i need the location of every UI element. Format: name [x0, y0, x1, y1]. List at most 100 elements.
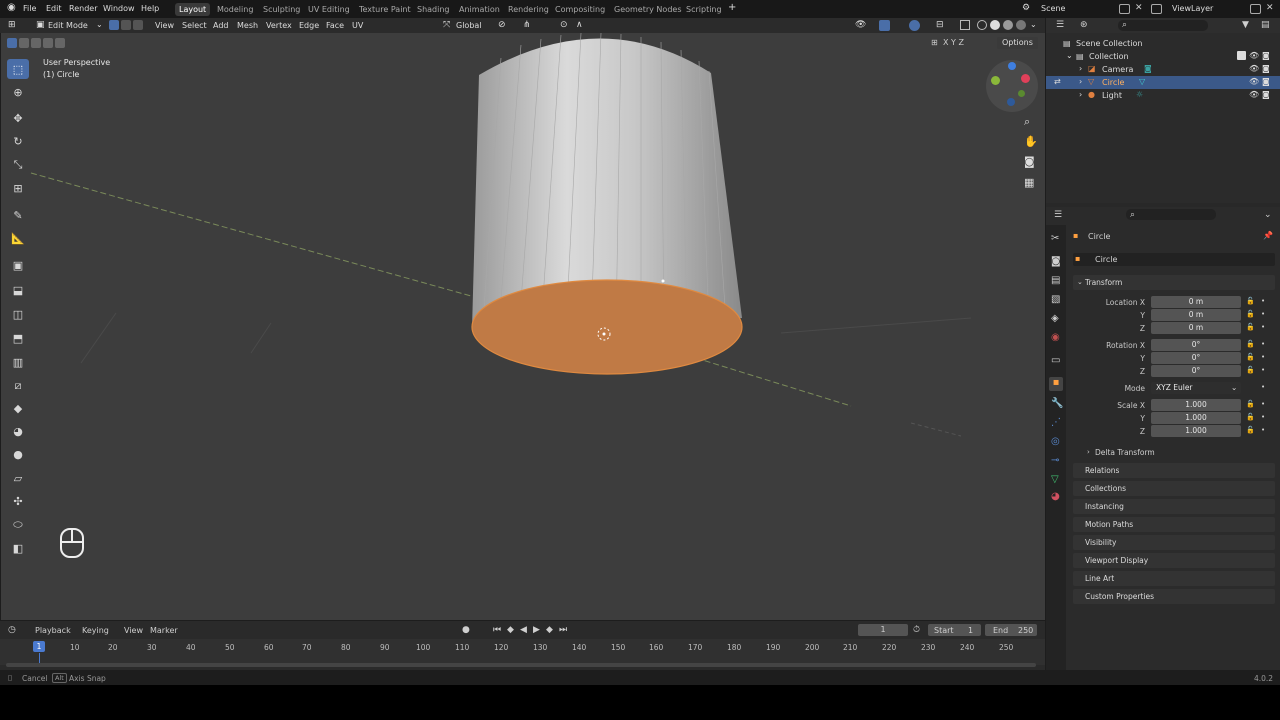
expand-arrow-icon[interactable]: › [1079, 64, 1082, 73]
annotate-tool-icon[interactable]: ✎ [7, 205, 29, 225]
scale-x-field[interactable]: 1.000 [1151, 399, 1241, 411]
next-keyframe-icon[interactable]: ◆ [546, 625, 553, 635]
menu-uv[interactable]: UV [352, 21, 363, 30]
record-icon[interactable]: ● [462, 625, 470, 635]
blender-logo-icon[interactable]: ◉ [7, 2, 16, 13]
motion-paths-panel-header[interactable]: Motion Paths [1073, 517, 1275, 532]
outliner-row-camera[interactable]: › ◪ Camera ◙ 👁 ◙ [1046, 63, 1280, 76]
rotation-z-field[interactable]: 0° [1151, 365, 1241, 377]
new-collection-icon[interactable]: ▤ [1261, 20, 1270, 30]
collapse-arrow-icon[interactable]: ⌄ [1077, 278, 1083, 286]
material-tab-icon[interactable]: ◕ [1051, 491, 1060, 502]
collection-checkbox[interactable] [1237, 51, 1246, 60]
properties-options-icon[interactable]: ⌄ [1264, 210, 1272, 220]
tab-texture-paint[interactable]: Texture Paint [355, 3, 415, 16]
prev-keyframe-icon[interactable]: ◆ [507, 625, 514, 635]
proportional-edit-icon[interactable]: ⊙ [560, 20, 568, 30]
smooth-tool-icon[interactable]: ● [7, 444, 29, 464]
vertex-select-icon[interactable] [109, 20, 119, 30]
rotation-y-field[interactable]: 0° [1151, 352, 1241, 364]
loop-cut-tool-icon[interactable]: ▥ [7, 352, 29, 372]
menu-view[interactable]: View [155, 21, 174, 30]
axis-lock-icon[interactable]: ⊞ [931, 38, 938, 47]
data-tab-icon[interactable]: ▽ [1051, 474, 1059, 485]
pan-hand-icon[interactable]: ✋ [1024, 135, 1038, 148]
properties-search-input[interactable] [1126, 209, 1216, 220]
keyframe-dot-icon[interactable]: • [1261, 366, 1265, 374]
3d-viewport[interactable]: User Perspective (1) Circle ⊞ X Y Z Opti… [1, 33, 1045, 620]
select-extend-icon[interactable] [19, 38, 29, 48]
properties-editor-type-icon[interactable]: ☰ [1054, 210, 1062, 220]
constraints-tab-icon[interactable]: ⊸ [1051, 455, 1059, 466]
snap-icon[interactable]: ⋔ [523, 20, 531, 30]
move-tool-icon[interactable]: ✥ [7, 108, 29, 128]
lock-icon[interactable]: 🔓 [1246, 323, 1255, 331]
pivot-icon[interactable]: ⊘ [498, 20, 506, 30]
lock-icon[interactable]: 🔓 [1246, 366, 1255, 374]
keyframe-dot-icon[interactable]: • [1261, 340, 1265, 348]
timeline-editor-type-icon[interactable]: ◷ [8, 625, 16, 635]
camera-view-icon[interactable]: ◙ [1024, 155, 1035, 168]
cursor-tool-icon[interactable]: ⊕ [7, 82, 29, 102]
select-subtract-icon[interactable] [31, 38, 41, 48]
menu-vertex[interactable]: Vertex [266, 21, 292, 30]
zoom-icon[interactable]: ⌕ [1024, 115, 1030, 129]
visibility-panel-header[interactable]: Visibility [1073, 535, 1275, 550]
solid-shading-icon[interactable] [990, 20, 1000, 30]
wireframe-shading-icon[interactable] [977, 20, 987, 30]
gizmo-neg-z-icon[interactable] [1007, 98, 1015, 106]
render-tab-icon[interactable]: ◙ [1051, 256, 1061, 267]
location-x-field[interactable]: 0 m [1151, 296, 1241, 308]
object-tab-icon[interactable]: ▪ [1049, 377, 1063, 391]
rendered-shading-icon[interactable] [1016, 20, 1026, 30]
select-tool-icon[interactable]: ⬚ [7, 59, 29, 79]
keyframe-dot-icon[interactable]: • [1261, 426, 1265, 434]
keyframe-dot-icon[interactable]: • [1261, 400, 1265, 408]
eye-icon[interactable]: 👁 [1249, 90, 1259, 99]
edit-mode-indicator-icon[interactable]: ⇄ [1054, 77, 1061, 86]
transform-tool-icon[interactable]: ⊞ [7, 178, 29, 198]
view-layer-tab-icon[interactable]: ▧ [1051, 294, 1060, 305]
display-mode-icon[interactable]: ⊛ [1080, 20, 1088, 30]
view-menu[interactable]: View [124, 626, 143, 635]
location-z-field[interactable]: 0 m [1151, 322, 1241, 334]
timeline-scrollbar[interactable] [6, 663, 1036, 667]
play-reverse-icon[interactable]: ◀ [520, 625, 527, 635]
lock-icon[interactable]: 🔓 [1246, 413, 1255, 421]
inset-tool-icon[interactable]: ◫ [7, 304, 29, 324]
output-tab-icon[interactable]: ▤ [1051, 275, 1060, 286]
lock-icon[interactable]: 🔓 [1246, 426, 1255, 434]
shading-options-icon[interactable]: ⌄ [1030, 20, 1037, 29]
custom-properties-panel-header[interactable]: Custom Properties [1073, 589, 1275, 604]
delete-scene-icon[interactable]: ✕ [1135, 3, 1143, 13]
options-dropdown[interactable]: Options [997, 37, 1038, 49]
start-frame-field[interactable]: Start 1 [928, 624, 981, 636]
shear-tool-icon[interactable]: ⬭ [7, 515, 29, 535]
pin-icon[interactable]: 📌 [1263, 231, 1273, 240]
physics-tab-icon[interactable]: ◎ [1051, 436, 1060, 447]
visibility-selectability-icon[interactable]: 👁 [855, 20, 866, 30]
perspective-toggle-icon[interactable]: ▦ [1024, 176, 1034, 189]
gizmo-y-axis-icon[interactable] [991, 76, 1000, 85]
scale-tool-icon[interactable]: ⤡ [7, 155, 29, 175]
mode-dropdown-icon[interactable]: ⌄ [96, 20, 103, 29]
current-frame-field[interactable]: 1 [858, 624, 908, 636]
knife-tool-icon[interactable]: ⧄ [7, 376, 29, 396]
eye-icon[interactable]: 👁 [1249, 77, 1259, 86]
scale-z-field[interactable]: 1.000 [1151, 425, 1241, 437]
viewport-display-panel-header[interactable]: Viewport Display [1073, 553, 1275, 568]
menu-edit[interactable]: Edit [46, 4, 62, 13]
expand-arrow-icon[interactable]: ⌄ [1066, 51, 1073, 60]
shrink-fatten-tool-icon[interactable]: ✣ [7, 491, 29, 511]
expand-arrow-icon[interactable]: › [1087, 448, 1090, 456]
delete-viewlayer-icon[interactable]: ✕ [1266, 3, 1274, 13]
keyframe-dot-icon[interactable]: • [1261, 323, 1265, 331]
marker-menu[interactable]: Marker [150, 626, 178, 635]
delta-transform-header[interactable]: Delta Transform [1095, 448, 1155, 457]
scale-y-field[interactable]: 1.000 [1151, 412, 1241, 424]
tab-uv-editing[interactable]: UV Editing [304, 3, 354, 16]
tab-scripting[interactable]: Scripting [682, 3, 726, 16]
new-viewlayer-icon[interactable] [1250, 4, 1261, 14]
end-frame-field[interactable]: End 250 [985, 624, 1037, 636]
scene-name[interactable]: Scene [1041, 4, 1065, 13]
